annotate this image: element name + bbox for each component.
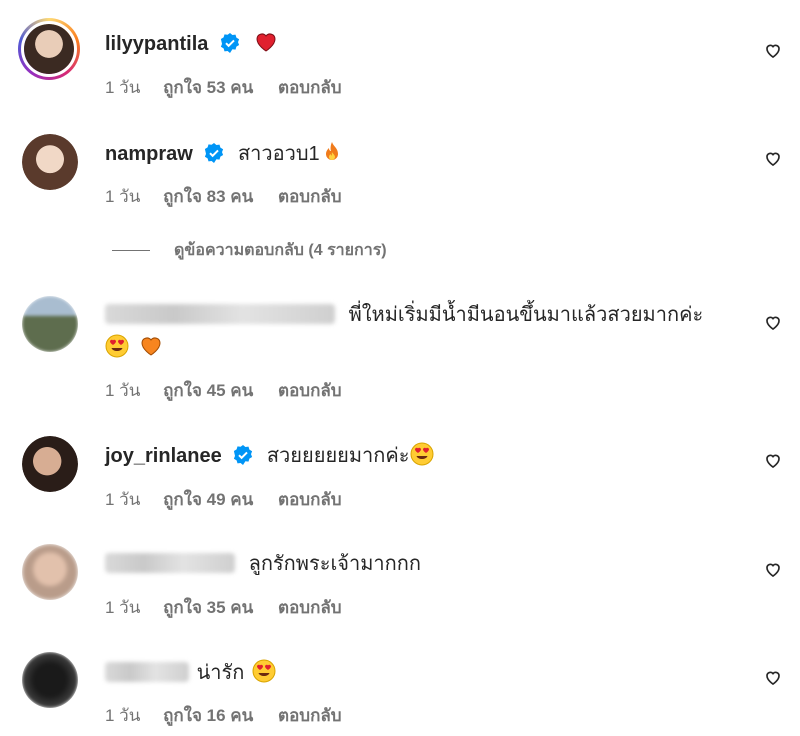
like-heart-icon[interactable] xyxy=(764,150,782,168)
fire-emoji xyxy=(325,142,338,160)
likes-count[interactable]: ถูกใจ 35 คน xyxy=(163,598,253,617)
comment-time[interactable]: 1 วัน xyxy=(105,187,140,206)
reply-button[interactable]: ตอบกลับ xyxy=(278,598,342,617)
avatar[interactable] xyxy=(22,134,78,190)
verified-badge-icon xyxy=(205,143,224,163)
comment-text: สวยยยยยมากค่ะ xyxy=(266,445,410,467)
reply-button[interactable]: ตอบกลับ xyxy=(278,381,342,400)
username[interactable]: joy_rinlanee xyxy=(105,445,222,467)
comment-text: น่ารัก xyxy=(196,662,245,684)
reply-button[interactable]: ตอบกลับ xyxy=(278,187,342,206)
blurred-username[interactable] xyxy=(105,553,235,573)
heart-eyes-emoji xyxy=(105,334,129,358)
reply-button[interactable]: ตอบกลับ xyxy=(278,490,342,509)
comment-text: พี่ใหม่เริ่มมีน้ำมีนอนขึ้นมาแล้วสวยมากค่… xyxy=(348,304,704,326)
avatar[interactable] xyxy=(22,652,78,708)
heart-eyes-emoji xyxy=(410,442,434,466)
verified-badge-icon xyxy=(220,33,240,53)
avatar[interactable] xyxy=(22,296,78,352)
comment-text: สาวอวบ1 xyxy=(237,143,320,165)
reply-button[interactable]: ตอบกลับ xyxy=(278,78,342,97)
divider xyxy=(112,250,150,252)
reply-button[interactable]: ตอบกลับ xyxy=(278,706,342,725)
avatar[interactable] xyxy=(22,436,78,492)
likes-count[interactable]: ถูกใจ 83 คน xyxy=(163,187,253,206)
like-heart-icon[interactable] xyxy=(764,452,782,470)
likes-count[interactable]: ถูกใจ 53 คน xyxy=(163,78,253,97)
heart-eyes-emoji xyxy=(252,659,276,683)
blurred-username[interactable] xyxy=(105,304,335,324)
username[interactable]: lilyypantila xyxy=(105,33,208,55)
likes-count[interactable]: ถูกใจ 16 คน xyxy=(163,706,253,725)
view-replies-label: ดูข้อความตอบกลับ (4 รายการ) xyxy=(174,242,387,259)
comment-time[interactable]: 1 วัน xyxy=(105,381,140,400)
comment-time[interactable]: 1 วัน xyxy=(105,598,140,617)
comment-text: ลูกรักพระเจ้ามากกก xyxy=(248,553,421,575)
comment-time[interactable]: 1 วัน xyxy=(105,78,140,97)
likes-count[interactable]: ถูกใจ 45 คน xyxy=(163,381,253,400)
comment-time[interactable]: 1 วัน xyxy=(105,490,140,509)
comment-time[interactable]: 1 วัน xyxy=(105,706,140,725)
view-replies-button[interactable]: ดูข้อความตอบกลับ (4 รายการ) xyxy=(112,238,387,263)
like-heart-icon[interactable] xyxy=(764,42,782,60)
like-heart-icon[interactable] xyxy=(764,561,782,579)
verified-badge-icon xyxy=(234,445,253,465)
like-heart-icon[interactable] xyxy=(764,669,782,687)
red-heart-emoji xyxy=(255,33,276,52)
blurred-username[interactable] xyxy=(105,662,189,682)
orange-heart-emoji xyxy=(141,337,161,356)
username[interactable]: nampraw xyxy=(105,143,193,165)
avatar[interactable] xyxy=(22,544,78,600)
like-heart-icon[interactable] xyxy=(764,314,782,332)
avatar[interactable] xyxy=(18,18,80,80)
likes-count[interactable]: ถูกใจ 49 คน xyxy=(163,490,253,509)
